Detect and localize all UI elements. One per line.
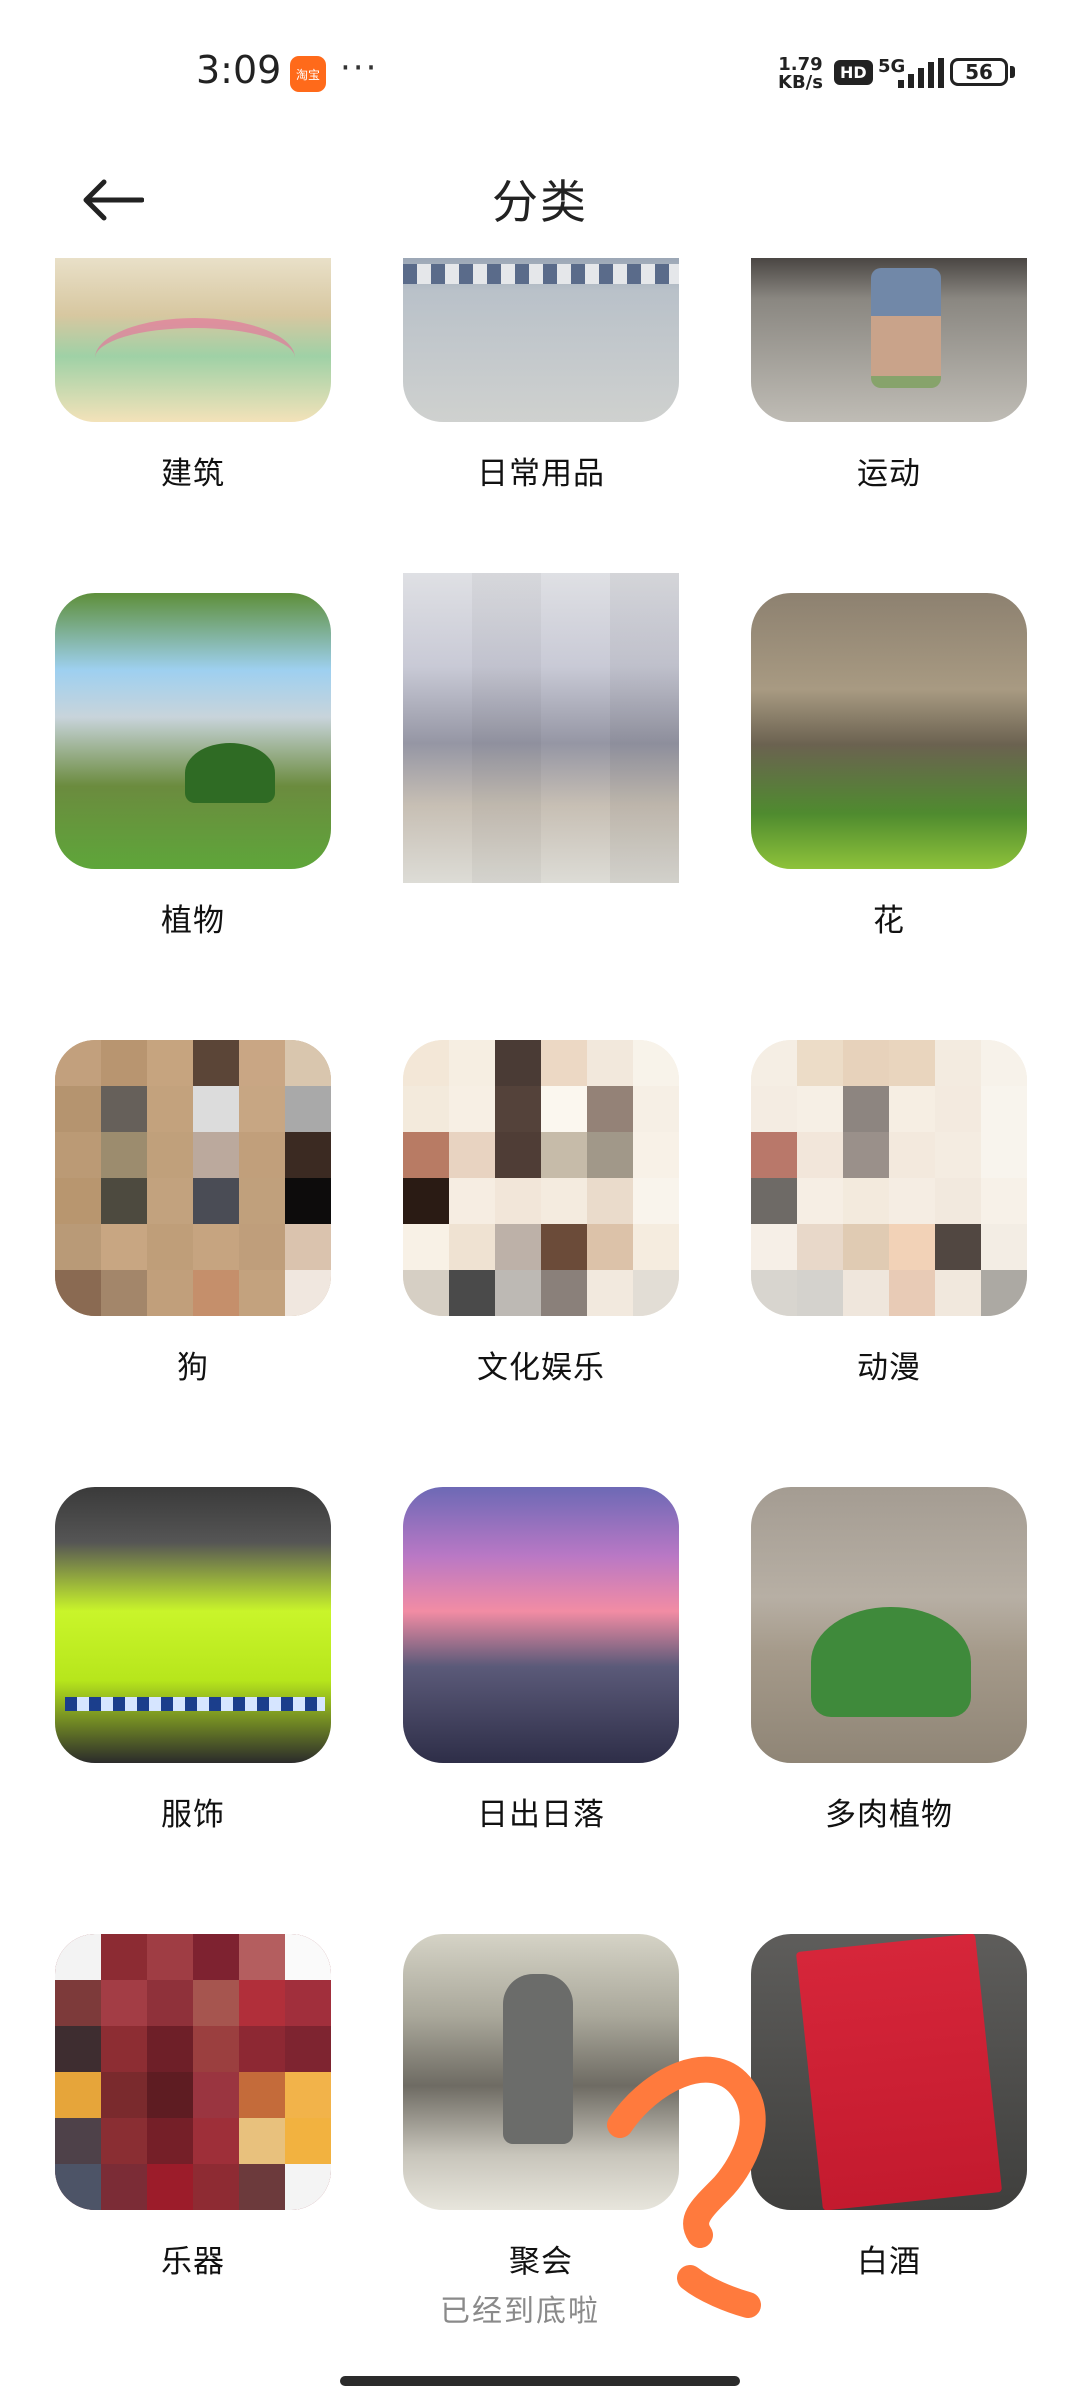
category-thumbnail[interactable] — [751, 1934, 1027, 2210]
category-label: 聚会 — [509, 2244, 573, 2280]
category-thumbnail[interactable] — [751, 593, 1027, 869]
category-tile[interactable]: 运动 — [751, 258, 1027, 493]
category-tile[interactable]: 日出日落 — [403, 1487, 679, 1834]
battery-icon: 56 — [950, 58, 1008, 86]
category-grid: 建筑 日常用品 运动 植物 花 狗 文化娱乐 动漫 服饰 日出日落 多肉植物 乐… — [55, 258, 1027, 2281]
category-label: 建筑 — [161, 456, 225, 492]
category-tile[interactable]: 狗 — [55, 1040, 331, 1387]
category-tile[interactable]: 多肉植物 — [751, 1487, 1027, 1834]
category-thumbnail[interactable] — [403, 258, 679, 422]
more-notifications-icon: ··· — [340, 48, 379, 88]
category-label: 日出日落 — [477, 1797, 605, 1833]
category-thumbnail[interactable] — [55, 258, 331, 422]
taobao-app-icon: 淘宝 — [290, 56, 326, 92]
category-label: 多肉植物 — [825, 1797, 953, 1833]
category-label: 狗 — [177, 1350, 209, 1386]
end-of-list-text: 已经到底啦 — [440, 2294, 600, 2329]
status-time: 3:09 — [196, 48, 282, 92]
category-label: 日常用品 — [477, 456, 605, 492]
page-title: 分类 — [492, 175, 588, 229]
header: 分类 — [0, 140, 1080, 260]
network-speed: 1.79 KB/s — [778, 56, 823, 92]
category-tile[interactable]: 服饰 — [55, 1487, 331, 1834]
category-tile[interactable] — [403, 573, 679, 940]
category-label: 乐器 — [161, 2244, 225, 2280]
category-tile[interactable]: 动漫 — [751, 1040, 1027, 1387]
category-label: 花 — [873, 903, 905, 939]
category-tile[interactable]: 白酒 — [751, 1934, 1027, 2281]
network-speed-unit: KB/s — [778, 72, 823, 93]
pixelated-thumbnail[interactable] — [403, 573, 679, 883]
category-thumbnail[interactable] — [751, 258, 1027, 422]
pixelated-thumbnail[interactable] — [55, 1040, 331, 1316]
category-tile[interactable]: 乐器 — [55, 1934, 331, 2281]
category-tile[interactable]: 建筑 — [55, 258, 331, 493]
pixelated-thumbnail[interactable] — [55, 1934, 331, 2210]
category-thumbnail[interactable] — [403, 1934, 679, 2210]
category-thumbnail[interactable] — [55, 593, 331, 869]
category-label: 植物 — [161, 903, 225, 939]
category-tile[interactable]: 植物 — [55, 593, 331, 940]
battery-tip — [1010, 66, 1015, 78]
category-tile[interactable]: 文化娱乐 — [403, 1040, 679, 1387]
category-label: 运动 — [857, 456, 921, 492]
category-tile[interactable]: 花 — [751, 593, 1027, 940]
hd-icon: HD — [834, 60, 873, 85]
home-indicator[interactable] — [340, 2376, 740, 2386]
category-label: 服饰 — [161, 1797, 225, 1833]
category-label: 文化娱乐 — [477, 1350, 605, 1386]
category-thumbnail[interactable] — [751, 1487, 1027, 1763]
signal-icon — [898, 58, 944, 88]
category-thumbnail[interactable] — [55, 1487, 331, 1763]
category-label: 白酒 — [857, 2244, 921, 2280]
category-tile[interactable]: 日常用品 — [403, 258, 679, 493]
category-label: 动漫 — [857, 1350, 921, 1386]
pixelated-thumbnail[interactable] — [403, 1040, 679, 1316]
category-thumbnail[interactable] — [403, 1487, 679, 1763]
category-tile[interactable]: 聚会 — [403, 1934, 679, 2281]
status-bar: 3:09 淘宝 ··· 1.79 KB/s HD 5G 56 — [0, 0, 1080, 140]
pixelated-thumbnail[interactable] — [751, 1040, 1027, 1316]
